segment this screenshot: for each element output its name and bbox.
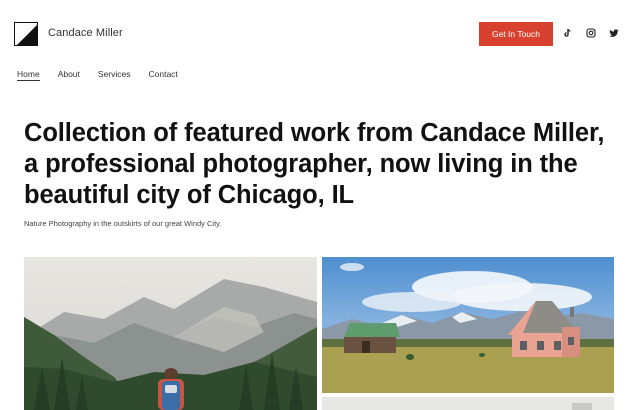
brand-name[interactable]: Candace Miller bbox=[48, 27, 123, 39]
gallery-photo-3[interactable] bbox=[322, 397, 614, 410]
site-header: Candace Miller Get In Touch bbox=[0, 0, 638, 64]
hiker-mountain-photo[interactable] bbox=[24, 257, 317, 410]
nav-item-about[interactable]: About bbox=[58, 68, 80, 81]
page-headline: Collection of featured work from Candace… bbox=[24, 119, 605, 209]
twitter-icon[interactable] bbox=[607, 26, 621, 40]
nav-item-services[interactable]: Services bbox=[98, 68, 131, 81]
tiktok-icon[interactable] bbox=[561, 26, 575, 40]
instagram-icon[interactable] bbox=[584, 26, 598, 40]
nav-item-contact[interactable]: Contact bbox=[149, 68, 178, 81]
main-nav: Home About Services Contact bbox=[17, 68, 196, 81]
farmhouse-field-photo[interactable] bbox=[322, 257, 614, 393]
get-in-touch-button[interactable]: Get In Touch bbox=[479, 22, 553, 46]
page-subline: Nature Photography in the outskirts of o… bbox=[24, 219, 222, 228]
nav-item-home[interactable]: Home bbox=[17, 68, 40, 81]
logo-icon[interactable] bbox=[14, 22, 38, 46]
